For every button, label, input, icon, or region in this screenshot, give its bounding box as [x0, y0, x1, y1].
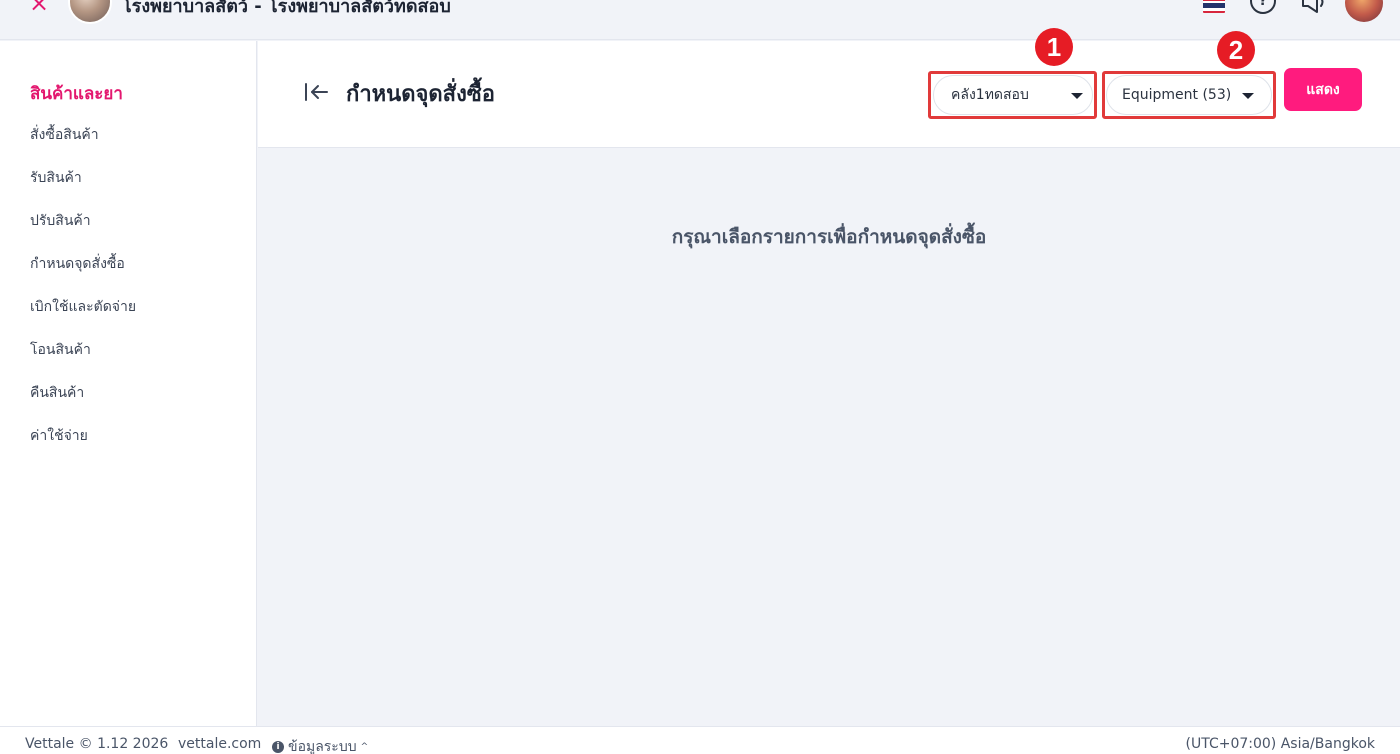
- sidebar-item-expenses[interactable]: ค่าใช้จ่าย: [30, 425, 88, 447]
- page-title: กำหนดจุดสั่งซื้อ: [346, 82, 495, 107]
- sidebar-item-return-goods[interactable]: คืนสินค้า: [30, 382, 84, 404]
- user-avatar[interactable]: [1345, 0, 1383, 22]
- caret-down-icon: [1242, 93, 1254, 99]
- sidebar-item-adjust-stock[interactable]: ปรับสินค้า: [30, 210, 91, 232]
- collapse-sidebar-icon[interactable]: [303, 80, 329, 104]
- sidebar-item-purchase-order[interactable]: สั่งซื้อสินค้า: [30, 124, 99, 146]
- warehouse-select-value: คลัง1ทดสอบ: [951, 87, 1029, 103]
- info-icon: i: [272, 741, 284, 753]
- step-badge-2: 2: [1217, 31, 1255, 69]
- clinic-title: โรงพยาบาลสัตว์ - โรงพยาบาลสัตว์ทดสอบ: [122, 0, 451, 17]
- thai-flag-icon[interactable]: [1203, 0, 1225, 13]
- clinic-avatar: [68, 0, 112, 24]
- sidebar-item-withdraw-dispose[interactable]: เบิกใช้และตัดจ่าย: [30, 296, 136, 318]
- system-info-label: ข้อมูลระบบ: [288, 739, 357, 754]
- help-icon[interactable]: ?: [1250, 0, 1276, 14]
- close-icon[interactable]: ×: [26, 0, 52, 16]
- warehouse-select[interactable]: คลัง1ทดสอบ: [933, 75, 1093, 115]
- footer: Vettale © 1.12 2026 vettale.com i ข้อมูล…: [0, 726, 1400, 754]
- top-bar: × โรงพยาบาลสัตว์ - โรงพยาบาลสัตว์ทดสอบ ?: [0, 0, 1400, 40]
- footer-copyright: Vettale © 1.12 2026: [25, 736, 169, 752]
- footer-timezone: (UTC+07:00) Asia/Bangkok: [1185, 736, 1376, 752]
- empty-state-message: กรุณาเลือกรายการเพื่อกำหนดจุดสั่งซื้อ: [671, 226, 987, 248]
- step-badge-1: 1: [1035, 28, 1073, 66]
- sidebar-heading: สินค้าและยา: [30, 84, 123, 104]
- caret-down-icon: [1071, 93, 1083, 99]
- megaphone-icon[interactable]: [1300, 0, 1328, 16]
- sidebar-item-receive-goods[interactable]: รับสินค้า: [30, 167, 82, 189]
- system-info-toggle[interactable]: i ข้อมูลระบบ ^: [272, 736, 368, 754]
- sidebar-item-reorder-point[interactable]: กำหนดจุดสั่งซื้อ: [30, 253, 125, 275]
- sidebar: สินค้าและยา สั่งซื้อสินค้า รับสินค้า ปรั…: [0, 41, 257, 726]
- footer-website-link[interactable]: vettale.com: [178, 736, 261, 752]
- chevron-up-icon: ^: [360, 742, 369, 752]
- category-select[interactable]: Equipment (53): [1106, 75, 1272, 115]
- show-button[interactable]: แสดง: [1284, 68, 1362, 111]
- sidebar-item-transfer-goods[interactable]: โอนสินค้า: [30, 339, 91, 361]
- category-select-value: Equipment (53): [1122, 87, 1232, 103]
